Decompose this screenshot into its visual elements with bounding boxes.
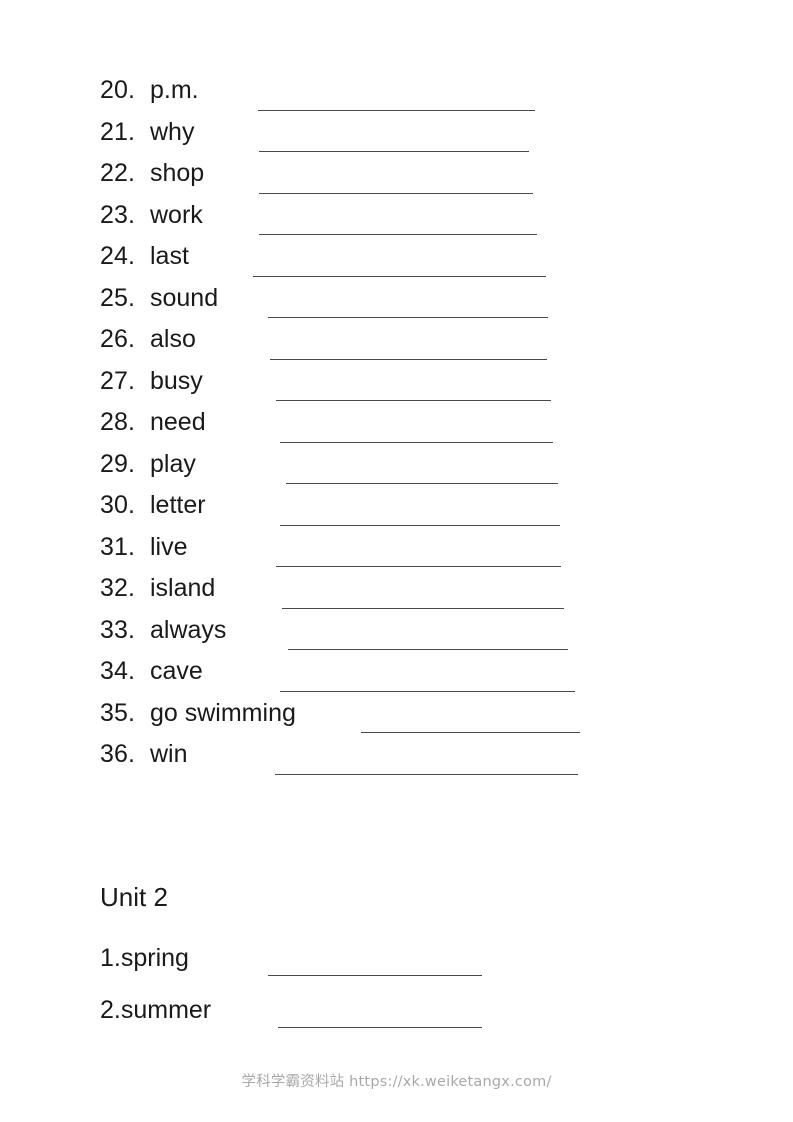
answer-blank-line[interactable] <box>270 358 547 360</box>
unit-section: Unit 2 1.spring 2.summer <box>100 884 700 1050</box>
answer-blank-line[interactable] <box>276 566 561 567</box>
word-row-number: 24. <box>100 242 136 270</box>
answer-blank-line[interactable] <box>259 234 537 235</box>
word-row: 33. always <box>100 615 700 660</box>
answer-blank-line[interactable] <box>280 690 575 692</box>
answer-blank-line[interactable] <box>259 151 529 152</box>
unit-item-row: 2.summer <box>100 998 700 1050</box>
word-row-term: island <box>150 574 216 602</box>
word-row-term: busy <box>150 366 203 395</box>
word-row: 35. go swimming <box>100 698 700 743</box>
footer-watermark: 学科学霸资料站 https://xk.weiketangx.com/ <box>241 1074 552 1090</box>
word-row: 24. last <box>100 244 700 286</box>
answer-blank-line[interactable] <box>268 317 548 318</box>
worksheet-page: 20. p.m. 21. why 22. shop 23. work 24. last 25. sou… <box>0 0 793 1122</box>
word-row: 21. why <box>100 117 700 162</box>
word-row-number: 35. <box>100 698 136 727</box>
word-row-number: 33. <box>100 615 136 644</box>
word-row-number: 31. <box>100 532 136 561</box>
word-row-number: 28. <box>100 408 136 436</box>
word-row-term: also <box>150 325 196 353</box>
answer-blank-line[interactable] <box>275 773 578 775</box>
word-row-term: need <box>150 408 206 436</box>
answer-blank-line[interactable] <box>268 975 482 976</box>
word-row: 20. p.m. <box>100 78 700 120</box>
word-row-number: 21. <box>100 117 136 146</box>
answer-blank-line[interactable] <box>258 109 535 111</box>
word-row: 26. also <box>100 327 700 369</box>
word-row-term: play <box>150 449 196 478</box>
unit-title: Unit 2 <box>100 882 168 912</box>
answer-blank-line[interactable] <box>278 1027 482 1028</box>
answer-blank-line[interactable] <box>282 607 564 609</box>
word-row-term: work <box>150 200 203 229</box>
answer-blank-line[interactable] <box>288 649 568 650</box>
word-row-number: 22. <box>100 159 136 187</box>
word-row: 36. win <box>100 742 700 784</box>
word-row: 31. live <box>100 532 700 577</box>
word-row-number: 20. <box>100 76 136 104</box>
word-row: 27. busy <box>100 366 700 411</box>
word-row-number: 23. <box>100 200 136 229</box>
word-row-number: 36. <box>100 740 136 768</box>
unit-item-label: 1.spring <box>100 944 189 972</box>
word-row-term: letter <box>150 491 206 519</box>
answer-blank-line[interactable] <box>253 275 546 277</box>
word-row-number: 29. <box>100 449 136 478</box>
word-row-term: shop <box>150 159 205 187</box>
word-row-term: win <box>150 740 188 768</box>
word-row-number: 26. <box>100 325 136 353</box>
word-row: 32. island <box>100 576 700 618</box>
answer-blank-line[interactable] <box>276 400 551 401</box>
word-row: 23. work <box>100 200 700 245</box>
word-row-number: 34. <box>100 657 136 685</box>
unit-item-label: 2.summer <box>100 996 212 1024</box>
word-row-term: sound <box>150 283 219 312</box>
unit-item-list: 1.spring 2.summer <box>100 946 700 1050</box>
word-row-number: 25. <box>100 283 136 312</box>
answer-blank-line[interactable] <box>286 483 558 484</box>
word-row-term: cave <box>150 657 203 685</box>
word-row-term: p.m. <box>150 76 199 104</box>
answer-blank-line[interactable] <box>361 732 580 733</box>
word-row: 29. play <box>100 449 700 494</box>
word-row: 22. shop <box>100 161 700 203</box>
word-row: 34. cave <box>100 659 700 701</box>
answer-blank-line[interactable] <box>280 524 560 526</box>
unit-item-row: 1.spring <box>100 946 700 998</box>
word-row-term: always <box>150 615 227 644</box>
word-row-term: go swimming <box>150 698 296 727</box>
word-row: 25. sound <box>100 283 700 328</box>
answer-blank-line[interactable] <box>259 192 533 194</box>
word-row-number: 27. <box>100 366 136 395</box>
word-row-term: last <box>150 242 189 270</box>
word-row: 28. need <box>100 410 700 452</box>
word-row-number: 32. <box>100 574 136 602</box>
word-row-number: 30. <box>100 491 136 519</box>
word-row-term: why <box>150 117 195 146</box>
answer-blank-line[interactable] <box>280 441 553 443</box>
word-row: 30. letter <box>100 493 700 535</box>
vocabulary-word-list: 20. p.m. 21. why 22. shop 23. work 24. last 25. sou… <box>100 78 700 784</box>
word-row-term: live <box>150 532 188 561</box>
